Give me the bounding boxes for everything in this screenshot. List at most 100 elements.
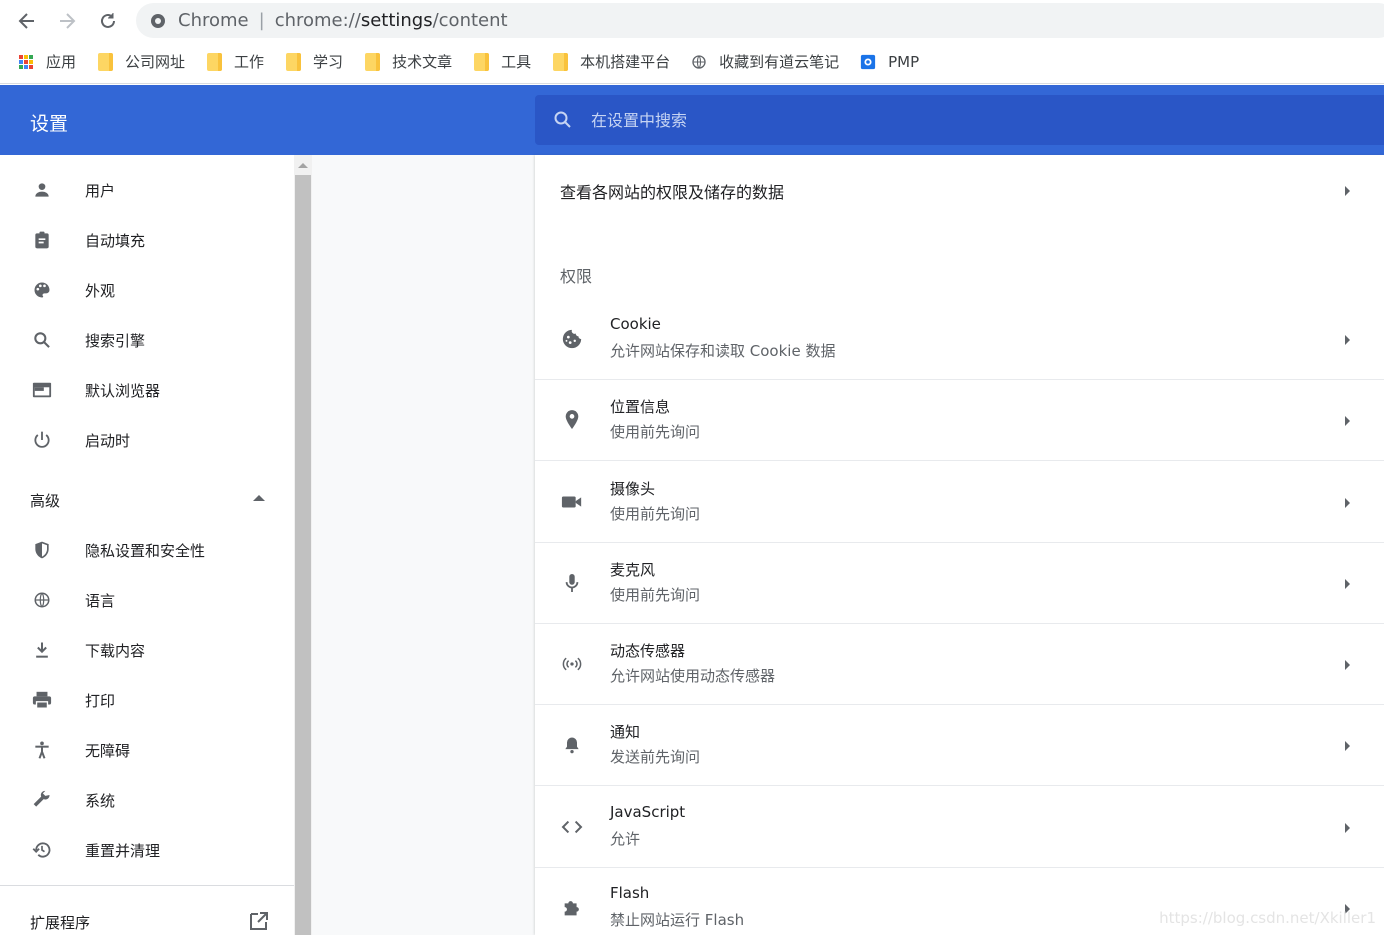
permission-row[interactable]: JavaScript 允许 [535,787,1384,868]
sidebar-item-label: 下载内容 [85,641,146,660]
sidebar-item-label: 启动时 [85,431,131,450]
sidebar-item[interactable]: 默认浏览器 [0,365,294,415]
permission-row[interactable]: 麦克风 使用前先询问 [535,543,1384,624]
sidebar-item[interactable]: 用户 [0,165,294,215]
permission-title: Cookie [610,315,661,333]
permission-row[interactable]: 位置信息 使用前先询问 [535,380,1384,461]
sidebar-item-label: 外观 [85,281,116,300]
chevron-right-icon [1345,498,1350,508]
bookmark-item[interactable]: 公司网址 [97,51,185,72]
microphone-icon [560,571,584,595]
folder-icon [285,52,301,71]
sidebar-item-label: 语言 [85,591,116,610]
back-arrow-icon [18,13,34,29]
permission-subtitle: 允许网站使用动态传感器 [610,667,776,685]
reload-icon [101,13,115,28]
bookmark-label: 公司网址 [125,53,186,71]
permission-title: Flash [610,884,650,902]
chevron-right-icon [1345,186,1350,196]
site-data-row[interactable]: 查看各网站的权限及储存的数据 [535,155,1384,227]
bookmark-item[interactable]: 本机搭建平台 [552,51,670,72]
folder-icon [552,52,568,71]
permission-title: 通知 [610,723,641,741]
omnibox-separator: | [258,10,265,31]
advanced-section-label[interactable]: 高级 [30,490,60,511]
download-icon [30,638,54,662]
sidebar-item[interactable]: 搜索引擎 [0,315,294,365]
sidebar-item[interactable]: 无障碍 [0,725,294,775]
open-in-new-icon[interactable] [248,910,270,932]
bookmark-item[interactable]: 工作 [206,51,264,72]
watermark: https://blog.csdn.net/Xkiller1 [1159,909,1376,927]
accessibility-icon [30,738,54,762]
page-title: 设置 [30,113,69,135]
browser-window-icon [30,378,54,402]
settings-search-box[interactable] [535,95,1384,145]
person-icon [30,178,54,202]
sidebar-scrollbar[interactable] [294,155,312,935]
cookie-icon [560,327,584,351]
bookmark-label: 收藏到有道云笔记 [719,53,840,71]
forward-button[interactable] [52,6,82,36]
caret-up-icon[interactable] [253,495,265,501]
reload-button[interactable] [93,6,123,36]
omnibox[interactable]: Chrome | chrome://settings/content [136,3,1384,38]
permission-subtitle: 发送前先询问 [610,748,701,766]
settings-search-input[interactable] [591,110,1291,130]
location-pin-icon [560,408,584,432]
sidebar-item[interactable]: 打印 [0,675,294,725]
permissions-section-title: 权限 [560,267,593,286]
puzzle-icon [560,896,584,920]
bookmark-label: 工具 [501,53,532,71]
palette-icon [30,278,54,302]
sidebar-item[interactable]: 隐私设置和安全性 [0,525,294,575]
permission-subtitle: 使用前先询问 [610,423,701,441]
sidebar-item[interactable]: 外观 [0,265,294,315]
bookmark-label: 应用 [46,53,77,71]
globe-icon [30,588,54,612]
sidebar-item-label: 系统 [85,791,116,810]
extensions-link[interactable]: 扩展程序 [30,912,90,933]
sidebar-item-label: 重置并清理 [85,841,161,860]
chevron-right-icon [1345,416,1350,426]
permission-title: 摄像头 [610,480,656,498]
sidebar-item[interactable]: 系统 [0,775,294,825]
bookmark-item[interactable]: 工具 [473,51,531,72]
chrome-logo-icon [151,13,165,28]
printer-icon [30,688,54,712]
site-chip-label: Chrome [178,10,249,31]
globe-icon [691,53,707,71]
back-button[interactable] [12,6,42,36]
permission-subtitle: 允许 [610,830,641,848]
folder-icon [364,52,380,71]
bookmark-label: 工作 [234,53,265,71]
search-icon [30,328,54,352]
folder-icon [97,52,113,71]
permission-row[interactable]: Cookie 允许网站保存和读取 Cookie 数据 [535,299,1384,380]
sidebar-item[interactable]: 重置并清理 [0,825,294,875]
sidebar-item[interactable]: 自动填充 [0,215,294,265]
bookmark-item[interactable]: 技术文章 [364,51,452,72]
permission-row[interactable]: 摄像头 使用前先询问 [535,462,1384,543]
permission-row[interactable]: 通知 发送前先询问 [535,705,1384,786]
permission-title: JavaScript [610,803,686,821]
scroll-up-arrow-icon[interactable] [298,163,308,168]
settings-sidebar: 高级 扩展程序 用户 自动填充外观搜索引擎 默认浏览器启动时隐私设置和安全性语言下载… [0,155,294,935]
bookmark-label: 技术文章 [392,53,453,71]
scroll-thumb[interactable] [295,175,311,935]
bookmark-item[interactable]: PMP [860,53,919,71]
chevron-right-icon [1345,579,1350,589]
sidebar-item[interactable]: 下载内容 [0,625,294,675]
permission-subtitle: 允许网站保存和读取 Cookie 数据 [610,342,836,360]
camera-icon [560,490,584,514]
permission-row[interactable]: 动态传感器 允许网站使用动态传感器 [535,624,1384,705]
apps-grid-icon [18,53,34,71]
bookmark-item[interactable]: 收藏到有道云笔记 [691,51,839,72]
bookmark-item[interactable]: 应用 [18,51,76,72]
site-data-label: 查看各网站的权限及储存的数据 [560,183,785,202]
pmp-icon [860,53,876,71]
address-bar-row: Chrome | chrome://settings/content [0,0,1384,40]
sidebar-item[interactable]: 启动时 [0,415,294,465]
bookmark-item[interactable]: 学习 [285,51,343,72]
sidebar-item[interactable]: 语言 [0,575,294,625]
